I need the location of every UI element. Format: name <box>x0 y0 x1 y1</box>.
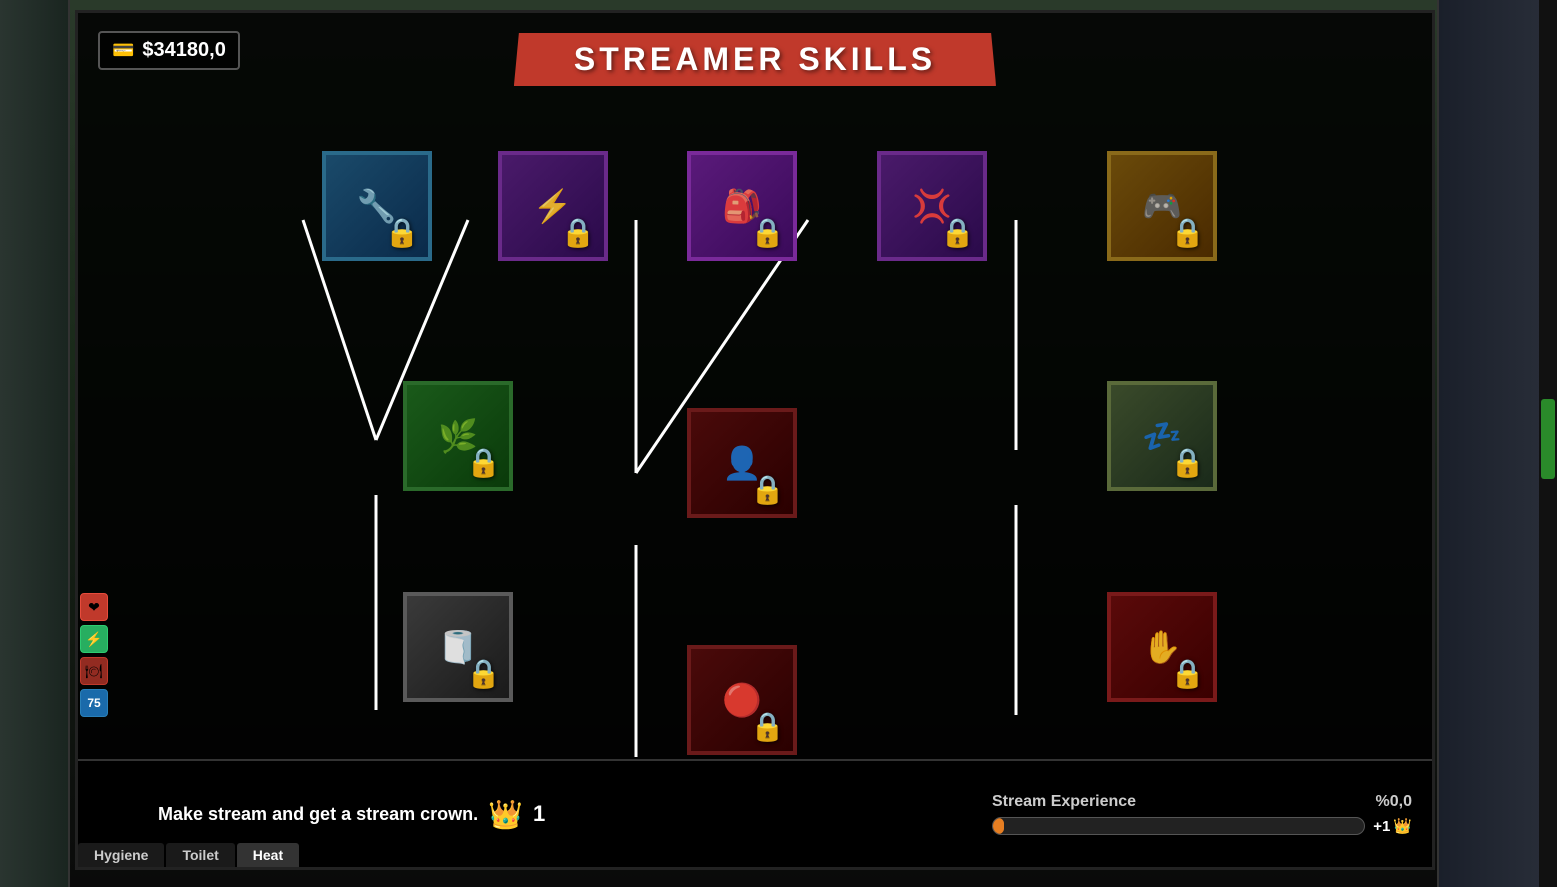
tab-toilet[interactable]: Toilet <box>166 843 234 867</box>
skills-header: STREAMER SKILLS <box>514 33 996 86</box>
food-icon: 🍽 <box>80 657 108 685</box>
health-icon: ❤ <box>80 593 108 621</box>
status-text: Make stream and get a stream crown. <box>158 804 478 825</box>
lock-icon-node-5: 🔒 <box>1170 216 1205 249</box>
water-level: 75 <box>80 689 108 717</box>
lock-icon-node-4: 🔒 <box>940 216 975 249</box>
exp-percent: %0,0 <box>1376 793 1412 811</box>
main-panel: STREAMER SKILLS 💳 $34180,0 🔧🔒⚡� <box>75 10 1435 870</box>
lock-icon-node-10: 🔒 <box>750 710 785 743</box>
left-sidebar-stats: ❤ ⚡ 🍽 75 <box>80 593 108 717</box>
money-display: 💳 $34180,0 <box>98 31 240 70</box>
skill-node-node-1[interactable]: 🔧🔒 <box>322 151 432 261</box>
lock-icon-node-11: 🔒 <box>1170 657 1205 690</box>
lock-icon-node-3: 🔒 <box>750 216 785 249</box>
skill-node-node-5[interactable]: 🎮🔒 <box>1107 151 1217 261</box>
tab-heat[interactable]: Heat <box>237 843 299 867</box>
skill-node-node-6[interactable]: 🌿🔒 <box>403 381 513 491</box>
money-value: $34180,0 <box>142 39 225 62</box>
page-title: STREAMER SKILLS <box>574 41 936 77</box>
skill-tree: 🔧🔒⚡🔒🎒🔒💢🔒🎮🔒🌿🔒👤🔒💤🔒🧻🔒🔴🔒✋🔒 <box>78 98 1432 757</box>
exp-reward: +1 👑 <box>1373 817 1412 835</box>
skill-node-node-11[interactable]: ✋🔒 <box>1107 592 1217 702</box>
skill-node-node-8[interactable]: 💤🔒 <box>1107 381 1217 491</box>
lock-icon-node-6: 🔒 <box>466 446 501 479</box>
skill-node-node-2[interactable]: ⚡🔒 <box>498 151 608 261</box>
lock-icon-node-1: 🔒 <box>385 216 420 249</box>
skill-node-node-4[interactable]: 💢🔒 <box>877 151 987 261</box>
exp-bar-container <box>992 817 1365 835</box>
tab-hygiene[interactable]: Hygiene <box>78 843 164 867</box>
lock-icon-node-7: 🔒 <box>750 473 785 506</box>
crown-count: 1 <box>533 801 545 827</box>
skill-node-node-9[interactable]: 🧻🔒 <box>403 592 513 702</box>
lock-icon-node-8: 🔒 <box>1170 446 1205 479</box>
skill-node-node-7[interactable]: 👤🔒 <box>687 408 797 518</box>
money-icon: 💳 <box>112 40 134 61</box>
crown-icon: 👑 <box>488 798 523 831</box>
scrollbar-thumb[interactable] <box>1541 399 1555 479</box>
skill-node-node-3[interactable]: 🎒🔒 <box>687 151 797 261</box>
exp-bar-fill <box>993 818 1004 834</box>
status-message: Make stream and get a stream crown. 👑 1 <box>158 798 545 831</box>
bottom-tabs: HygieneToiletHeat <box>78 843 299 867</box>
lock-icon-node-2: 🔒 <box>561 216 596 249</box>
exp-label: Stream Experience <box>992 793 1136 811</box>
experience-section: Stream Experience %0,0 +1 👑 <box>992 793 1412 835</box>
skill-node-node-10[interactable]: 🔴🔒 <box>687 645 797 755</box>
lock-icon-node-9: 🔒 <box>466 657 501 690</box>
energy-icon: ⚡ <box>80 625 108 653</box>
